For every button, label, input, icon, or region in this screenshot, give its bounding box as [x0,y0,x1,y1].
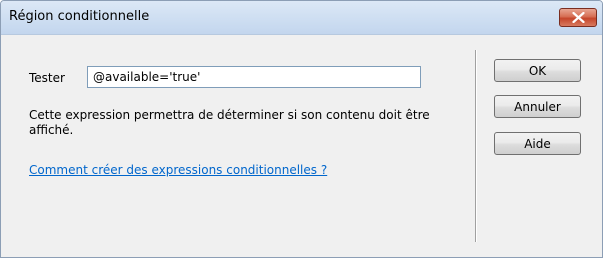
close-icon [572,12,585,23]
dialog-title: Région conditionnelle [9,9,150,24]
vertical-separator [475,50,477,242]
cancel-button[interactable]: Annuler [494,95,581,118]
tester-expression-input[interactable] [87,66,421,88]
description-text: Cette expression permettra de déterminer… [29,108,430,137]
tester-label: Tester [29,71,65,85]
title-bar[interactable]: Région conditionnelle [1,1,602,35]
close-button[interactable] [559,8,597,27]
conditional-expressions-help-link[interactable]: Comment créer des expressions conditionn… [29,163,327,177]
dialog-window: Région conditionnelle Tester Cette expre… [0,0,603,258]
ok-button[interactable]: OK [494,59,581,82]
help-button[interactable]: Aide [494,132,581,155]
dialog-content: Tester Cette expression permettra de dét… [1,35,602,257]
